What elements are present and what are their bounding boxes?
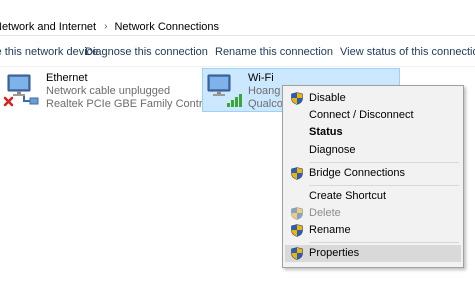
menu-item-status[interactable]: Status — [285, 124, 461, 141]
connection-name: Wi-Fi — [248, 72, 274, 84]
menu-item-label: Properties — [309, 247, 360, 259]
connection-adapter: Realtek PCIe GBE Family Controller — [46, 98, 224, 110]
menu-item-label: Bridge Connections — [309, 167, 406, 179]
uac-shield-icon — [291, 167, 303, 180]
menu-item-bridge-connections[interactable]: Bridge Connections — [285, 165, 461, 182]
connection-status: Network cable unplugged — [46, 85, 171, 97]
menu-item-label: Disable — [309, 92, 346, 104]
breadcrumb-network-connections[interactable]: Network Connections — [114, 21, 219, 33]
menu-separator — [309, 185, 459, 186]
menu-item-label: Connect / Disconnect — [309, 109, 414, 121]
breadcrumb: Network and Internet › Network Connectio… — [0, 20, 219, 34]
network-connections-window: Network and Internet › Network Connectio… — [0, 0, 475, 292]
menu-item-label: Rename — [309, 224, 351, 236]
menu-item-properties[interactable]: Properties — [285, 245, 461, 262]
uac-shield-icon — [291, 92, 303, 105]
view-status-command[interactable]: View status of this connection — [340, 46, 475, 58]
menu-item-label: Status — [309, 126, 343, 138]
address-bar: Network and Internet › Network Connectio… — [0, 0, 475, 38]
rename-command[interactable]: Rename this connection — [215, 46, 333, 58]
menu-item-label: Diagnose — [309, 144, 356, 156]
connection-ethernet[interactable]: Ethernet Network cable unplugged Realtek… — [0, 68, 223, 112]
menu-item-label: Delete — [309, 207, 341, 219]
breadcrumb-network-and-internet[interactable]: Network and Internet — [0, 21, 96, 33]
menu-item-disable[interactable]: Disable — [285, 90, 461, 107]
uac-shield-icon — [291, 224, 303, 237]
menu-item-label: Create Shortcut — [309, 190, 387, 202]
menu-item-create-shortcut[interactable]: Create Shortcut — [285, 188, 461, 205]
menu-item-connect-disconnect[interactable]: Connect / Disconnect — [285, 107, 461, 124]
connection-name: Ethernet — [46, 72, 88, 84]
diagnose-command[interactable]: Diagnose this connection — [85, 46, 208, 58]
wifi-adapter-icon — [203, 72, 243, 110]
menu-separator — [309, 242, 459, 243]
command-bar: Disable this network device Diagnose thi… — [0, 38, 475, 67]
ethernet-disconnected-icon — [2, 72, 42, 110]
uac-shield-icon — [291, 207, 303, 220]
uac-shield-icon — [291, 247, 303, 260]
context-menu: Disable Connect / Disconnect Status Diag… — [282, 85, 464, 268]
breadcrumb-separator-icon[interactable]: › — [104, 21, 107, 32]
menu-separator — [309, 162, 459, 163]
menu-item-diagnose[interactable]: Diagnose — [285, 142, 461, 159]
disable-device-command[interactable]: Disable this network device — [0, 46, 98, 58]
menu-item-rename[interactable]: Rename — [285, 222, 461, 239]
menu-item-delete[interactable]: Delete — [285, 205, 461, 222]
